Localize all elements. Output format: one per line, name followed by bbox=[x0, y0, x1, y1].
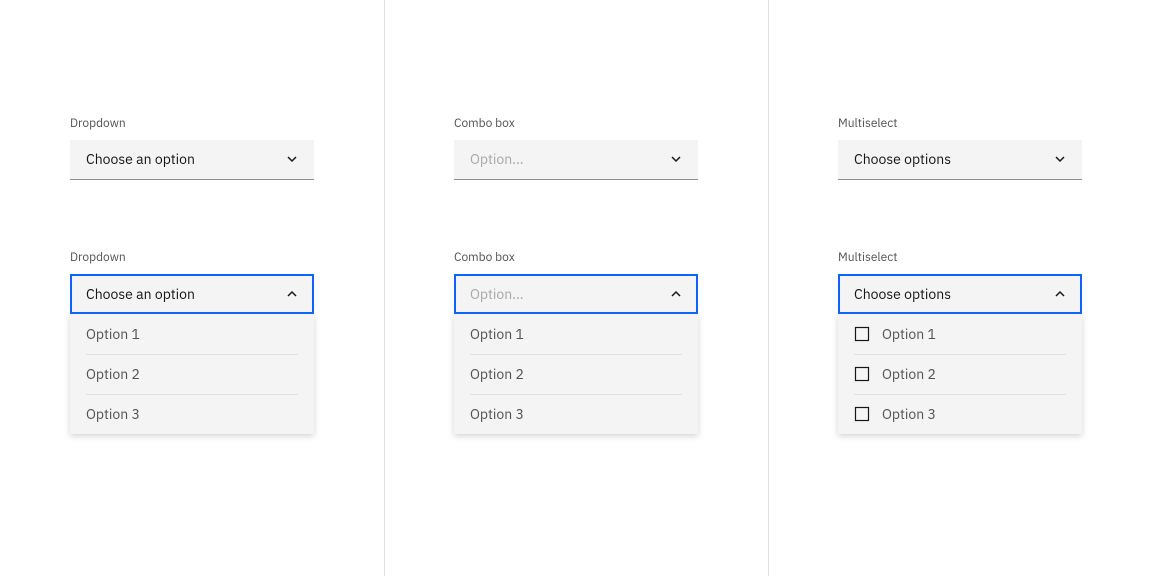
dropdown-option-label: Option 1 bbox=[86, 325, 140, 343]
checkbox-unchecked-icon[interactable] bbox=[854, 326, 870, 342]
dropdown-label: Dropdown bbox=[70, 250, 314, 266]
multiselect-option-label: Option 2 bbox=[882, 365, 936, 383]
combobox-option[interactable]: Option 3 bbox=[470, 394, 682, 434]
dropdown-open-group: Dropdown Choose an option Option 1 Optio… bbox=[70, 250, 314, 434]
multiselect-open[interactable]: Choose options bbox=[838, 274, 1082, 314]
combobox-option-label: Option 3 bbox=[470, 405, 524, 423]
multiselect-option[interactable]: Option 1 bbox=[854, 314, 1066, 354]
combobox-option[interactable]: Option 2 bbox=[470, 354, 682, 394]
combobox-input-placeholder[interactable]: Option... bbox=[470, 150, 524, 168]
combobox-option-label: Option 1 bbox=[470, 325, 524, 343]
dropdown-placeholder: Choose an option bbox=[86, 285, 195, 303]
dropdown-placeholder: Choose an option bbox=[86, 150, 195, 168]
chevron-down-icon bbox=[668, 151, 684, 167]
combobox-column: Combo box Option... Combo box Option... … bbox=[384, 0, 768, 576]
dropdown-option[interactable]: Option 3 bbox=[86, 394, 298, 434]
multiselect-label: Multiselect bbox=[838, 250, 1082, 266]
checkbox-unchecked-icon[interactable] bbox=[854, 406, 870, 422]
multiselect-column: Multiselect Choose options Multiselect C… bbox=[768, 0, 1152, 576]
multiselect-option-label: Option 3 bbox=[882, 405, 936, 423]
dropdown-column: Dropdown Choose an option Dropdown Choos… bbox=[0, 0, 384, 576]
combobox-label: Combo box bbox=[454, 116, 698, 132]
multiselect-open-group: Multiselect Choose options Option 1 bbox=[838, 250, 1082, 434]
chevron-down-icon bbox=[284, 151, 300, 167]
multiselect-placeholder: Choose options bbox=[854, 150, 951, 168]
chevron-down-icon bbox=[1052, 151, 1068, 167]
dropdown-option[interactable]: Option 2 bbox=[86, 354, 298, 394]
dropdown-label: Dropdown bbox=[70, 116, 314, 132]
multiselect-menu: Option 1 Option 2 Option 3 bbox=[838, 314, 1082, 434]
multiselect-option-label: Option 1 bbox=[882, 325, 936, 343]
chevron-up-icon bbox=[1052, 286, 1068, 302]
multiselect-closed-group: Multiselect Choose options bbox=[838, 116, 1082, 180]
combobox-input-placeholder[interactable]: Option... bbox=[470, 285, 524, 303]
combobox-closed-group: Combo box Option... bbox=[454, 116, 698, 180]
combobox-option-label: Option 2 bbox=[470, 365, 524, 383]
combobox-open[interactable]: Option... bbox=[454, 274, 698, 314]
multiselect-placeholder: Choose options bbox=[854, 285, 951, 303]
dropdown-option[interactable]: Option 1 bbox=[86, 314, 298, 354]
multiselect-closed[interactable]: Choose options bbox=[838, 140, 1082, 180]
dropdown-closed-group: Dropdown Choose an option bbox=[70, 116, 314, 180]
chevron-up-icon bbox=[284, 286, 300, 302]
multiselect-option[interactable]: Option 2 bbox=[854, 354, 1066, 394]
combobox-option[interactable]: Option 1 bbox=[470, 314, 682, 354]
multiselect-option[interactable]: Option 3 bbox=[854, 394, 1066, 434]
dropdown-option-label: Option 2 bbox=[86, 365, 140, 383]
combobox-open-group: Combo box Option... Option 1 Option 2 Op… bbox=[454, 250, 698, 434]
combobox-menu: Option 1 Option 2 Option 3 bbox=[454, 314, 698, 434]
dropdown-open[interactable]: Choose an option bbox=[70, 274, 314, 314]
dropdown-menu: Option 1 Option 2 Option 3 bbox=[70, 314, 314, 434]
combobox-closed[interactable]: Option... bbox=[454, 140, 698, 180]
combobox-label: Combo box bbox=[454, 250, 698, 266]
checkbox-unchecked-icon[interactable] bbox=[854, 366, 870, 382]
dropdown-closed[interactable]: Choose an option bbox=[70, 140, 314, 180]
dropdown-option-label: Option 3 bbox=[86, 405, 140, 423]
chevron-up-icon bbox=[668, 286, 684, 302]
multiselect-label: Multiselect bbox=[838, 116, 1082, 132]
